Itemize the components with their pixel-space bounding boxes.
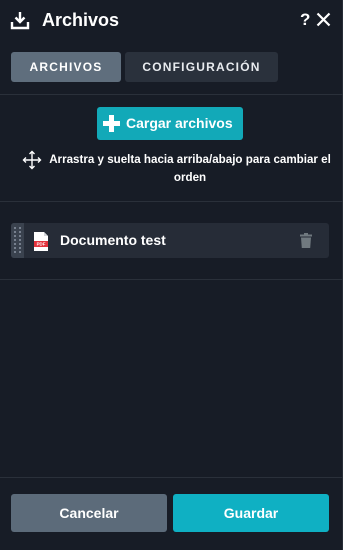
upload-files-label: Cargar archivos bbox=[126, 115, 233, 131]
plus-icon bbox=[103, 115, 120, 132]
upload-files-button[interactable]: Cargar archivos bbox=[97, 107, 243, 140]
tab-configuracion[interactable]: CONFIGURACIÓN bbox=[125, 52, 278, 82]
drag-handle[interactable] bbox=[11, 223, 24, 258]
file-list-item[interactable]: PDF Documento test bbox=[11, 223, 329, 258]
drag-hint-text: Arrastra y suelta hacia arriba/abajo par… bbox=[49, 153, 331, 184]
file-name: Documento test bbox=[60, 232, 166, 248]
download-icon bbox=[10, 12, 30, 30]
save-button[interactable]: Guardar bbox=[173, 494, 329, 532]
help-icon[interactable]: ? bbox=[300, 9, 310, 31]
trash-icon[interactable] bbox=[300, 233, 312, 248]
panel-header: Archivos ? bbox=[0, 0, 343, 40]
archivos-panel: Archivos ? ARCHIVOS CONFIGURACIÓN Cargar… bbox=[0, 0, 343, 550]
cancel-button[interactable]: Cancelar bbox=[11, 494, 167, 532]
tab-archivos[interactable]: ARCHIVOS bbox=[11, 52, 121, 82]
divider bbox=[0, 94, 343, 95]
divider bbox=[0, 201, 343, 202]
pdf-file-icon: PDF bbox=[34, 232, 48, 251]
divider bbox=[0, 279, 343, 280]
move-arrows-icon bbox=[22, 150, 42, 170]
divider bbox=[0, 477, 343, 478]
svg-text:PDF: PDF bbox=[37, 242, 46, 247]
panel-title: Archivos bbox=[42, 10, 120, 30]
close-icon[interactable] bbox=[316, 12, 331, 27]
